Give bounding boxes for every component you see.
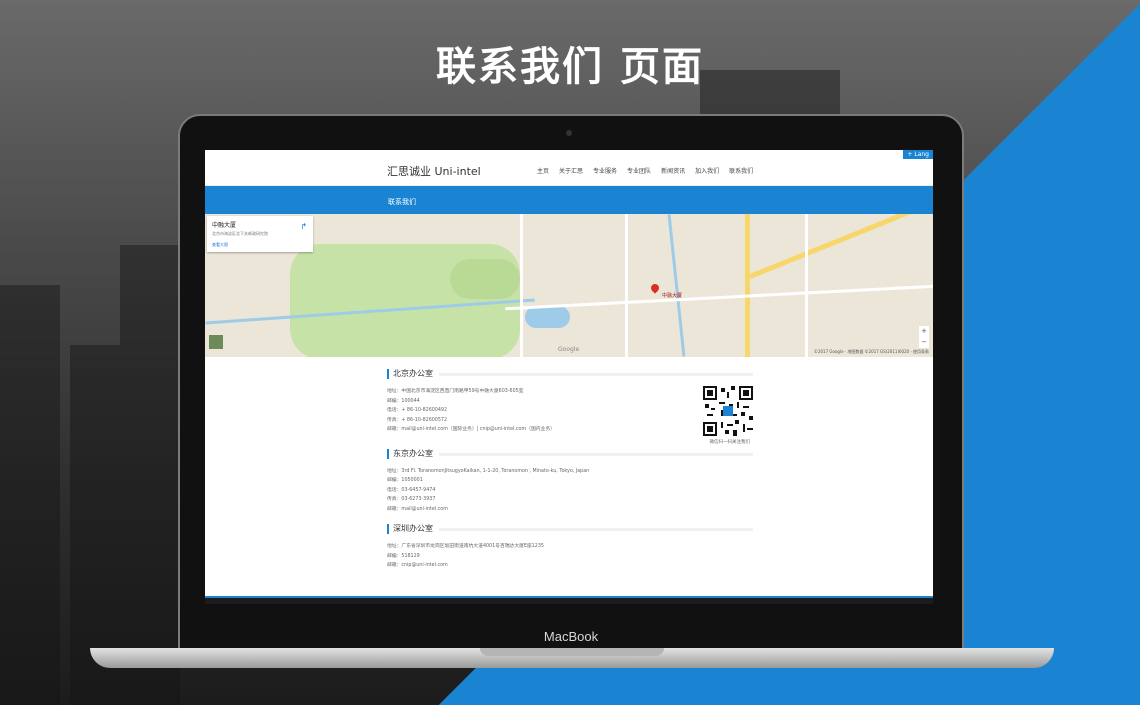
map-card-address: 北京市海淀区北下关邮政研究院 (212, 231, 268, 236)
map-card-title: 中融大厦 (212, 222, 237, 229)
nav-item-about[interactable]: 关于汇思 (559, 166, 583, 175)
map-road (749, 214, 918, 279)
laptop-base (90, 648, 1054, 668)
office-line: 邮编：1050001 (387, 478, 423, 483)
laptop-screen: + Lang 汇思诚业 Uni-intel 主页 关于汇思 专业服务 专业团队 … (205, 150, 933, 604)
office-line: 传真：03-6273-3937 (387, 497, 436, 502)
directions-icon[interactable]: ↱ (300, 222, 307, 231)
laptop: + Lang 汇思诚业 Uni-intel 主页 关于汇思 专业服务 专业团队 … (178, 114, 964, 654)
office-line[interactable]: 邮箱：mail@uni-intel.com (387, 505, 753, 515)
office-line: 地址：广东省深圳市龙岗区坂田街道南坑大道4001号百瑞达大厦E座1235 (387, 544, 544, 549)
nav-item-team[interactable]: 专业团队 (627, 166, 651, 175)
page-headline: 联系我们 页面 (436, 44, 704, 90)
map-road (505, 284, 933, 311)
nav-item-join[interactable]: 加入我们 (695, 166, 719, 175)
offices-content: 北京办公室 地址：中国北京市海淀区西直门南路甲59号中融大厦603-605室 邮… (205, 357, 933, 571)
site-header: 汇思诚业 Uni-intel 主页 关于汇思 专业服务 专业团队 新闻资讯 加入… (205, 150, 933, 186)
office-line[interactable]: 邮箱：cnip@uni-intel.com (387, 561, 753, 571)
page-banner: 联系我们 (205, 186, 933, 214)
site-brand[interactable]: 汇思诚业 Uni-intel (387, 163, 481, 179)
office-title: 北京办公室 (387, 369, 753, 379)
office-line: 电话：+ 86-10-82600492 (387, 408, 448, 413)
site-footer-bar (205, 596, 933, 604)
nav-item-contact[interactable]: 联系我们 (729, 166, 753, 175)
map-park (450, 259, 520, 299)
office-line: 传真：+ 86-10-82600572 (387, 417, 448, 423)
office-line[interactable]: 邮箱：mail@uni-intel.com（国际业务）| cnip@uni-in… (387, 425, 753, 435)
office-line: 地址：3rd Fl. ToranomonJitsugyoKaikan, 1-1-… (387, 468, 590, 474)
map-zoom-control[interactable]: + − (919, 326, 929, 348)
main-nav: 主页 关于汇思 专业服务 专业团队 新闻资讯 加入我们 联系我们 (537, 166, 753, 175)
banner-title: 联系我们 (388, 198, 416, 206)
map-road (520, 214, 523, 357)
office-tokyo: 东京办公室 地址：3rd Fl. ToranomonJitsugyoKaikan… (387, 448, 753, 515)
nav-item-home[interactable]: 主页 (537, 166, 549, 175)
map-info-card: 中融大厦 北京市海淀区北下关邮政研究院 查看大图 ↱ (207, 216, 313, 252)
map-road (745, 214, 750, 357)
office-beijing: 北京办公室 地址：中国北京市海淀区西直门南路甲59号中融大厦603-605室 邮… (387, 369, 753, 445)
office-line: 电话：03-6457-9474 (387, 487, 436, 493)
office-title: 东京办公室 (387, 448, 753, 459)
map-river (667, 214, 686, 357)
map-pin-icon[interactable] (649, 282, 661, 294)
nav-item-services[interactable]: 专业服务 (593, 166, 617, 175)
map-attribution: ©2017 Google · 地图数据 ©2017 GS(2011)6020 ·… (813, 349, 929, 354)
map-road (805, 214, 808, 357)
camera-icon (566, 130, 572, 136)
zoom-in-button[interactable]: + (919, 326, 929, 337)
laptop-notch (480, 648, 664, 656)
map-card-link[interactable]: 查看大图 (212, 242, 308, 248)
google-logo: Google (558, 346, 580, 353)
office-title: 深圳办公室 (387, 524, 753, 534)
office-line: 邮编：100044 (387, 398, 420, 404)
office-line: 邮编：518129 (387, 553, 420, 559)
map-lake (525, 306, 570, 328)
zoom-out-button[interactable]: − (919, 337, 929, 348)
device-label: MacBook (543, 629, 599, 644)
embedded-map[interactable]: 中融大厦 北京市海淀区北下关邮政研究院 查看大图 ↱ 中融大厦 Google ©… (205, 214, 933, 357)
map-road (625, 214, 628, 357)
satellite-toggle[interactable] (209, 335, 223, 349)
qr-caption: 微信扫一扫关注我们 (709, 440, 751, 445)
wechat-qr-code (703, 386, 753, 436)
office-line: 地址：中国北京市海淀区西直门南路甲59号中融大厦603-605室 (387, 389, 524, 394)
nav-item-news[interactable]: 新闻资讯 (661, 166, 685, 175)
office-shenzhen: 深圳办公室 地址：广东省深圳市龙岗区坂田街道南坑大道4001号百瑞达大厦E座12… (387, 524, 753, 571)
map-pin-label: 中融大厦 (662, 293, 683, 299)
